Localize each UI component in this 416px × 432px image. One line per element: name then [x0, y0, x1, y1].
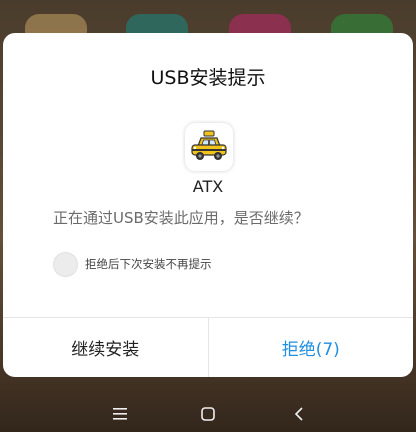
install-message: 正在通过USB安装此应用，是否继续？ — [53, 209, 309, 227]
continue-install-button[interactable]: 继续安装 — [3, 318, 209, 377]
home-icon[interactable] — [196, 402, 220, 426]
dialog-button-bar: 继续安装 拒绝(7) — [3, 317, 413, 377]
usb-install-dialog: USB安装提示 ATX 正在通过USB安装此应用，是否继续？ 拒绝后下次安装不再… — [3, 33, 413, 377]
dialog-title: USB安装提示 — [150, 67, 266, 89]
dont-prompt-checkbox[interactable] — [53, 251, 78, 277]
reject-button[interactable]: 拒绝(7) — [209, 318, 414, 377]
system-nav-bar — [0, 394, 416, 432]
dont-prompt-checkbox-row[interactable]: 拒绝后下次安装不再提示 — [53, 251, 212, 277]
app-name: ATX — [192, 177, 224, 196]
menu-icon[interactable] — [108, 402, 132, 426]
dont-prompt-label: 拒绝后下次安装不再提示 — [85, 257, 212, 271]
back-icon[interactable] — [287, 402, 311, 426]
taxi-icon — [185, 123, 233, 171]
